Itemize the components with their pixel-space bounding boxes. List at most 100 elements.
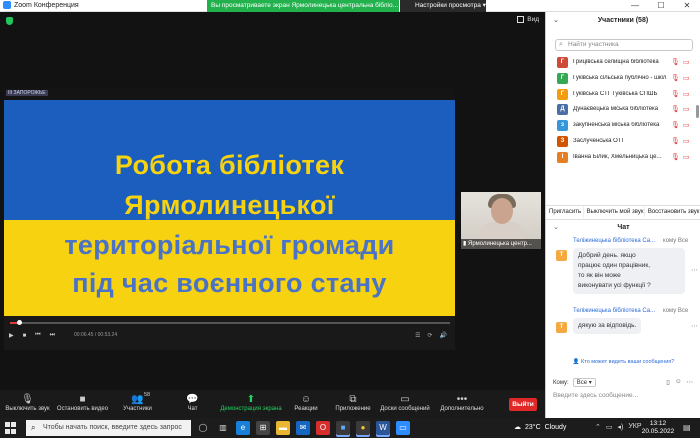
close-button[interactable]: ✕	[674, 0, 700, 12]
stop-video-button[interactable]: ■ Остановить видео	[55, 390, 110, 412]
video-off-icon[interactable]: ▭	[683, 137, 690, 145]
search-icon: ⌕	[559, 41, 563, 48]
slide-title-line-4: під час воєнного стану	[72, 268, 387, 298]
network-icon[interactable]: ▭	[606, 423, 613, 431]
progress-knob[interactable]	[16, 320, 22, 325]
participant-avatar: З	[557, 135, 568, 147]
notification-icon[interactable]: ▤	[683, 423, 691, 432]
taskbar-search-placeholder: Чтобы начать поиск, введите здесь запрос	[43, 424, 182, 431]
participant-row[interactable]: Г Гуківська сільська публічно - шкіл... 🎙︎…	[546, 71, 700, 87]
zoom-app-icon[interactable]: ▭	[396, 421, 410, 435]
loop-icon[interactable]: ⟳	[427, 332, 432, 339]
video-off-icon[interactable]: ▭	[683, 58, 690, 66]
volume-icon[interactable]: ◂)	[618, 423, 624, 431]
participant-row[interactable]: з закупненська міська бібліотека 🎙︎ ▭	[546, 118, 700, 134]
privacy-notice[interactable]: 👤 Кто может видеть ваши сообщения?	[546, 359, 700, 365]
chrome-icon[interactable]: ●	[356, 421, 370, 435]
participant-avatar: І	[557, 151, 568, 163]
participant-row[interactable]: Г Грицівська селищна бібліотека 🎙︎ ▭	[546, 55, 700, 71]
video-off-icon[interactable]: ▭	[683, 90, 690, 98]
muted-microphone-icon[interactable]: 🎙︎	[671, 58, 680, 66]
participants-count: 58	[144, 392, 151, 398]
weather-widget[interactable]: ☁ 23°C Cloudy	[514, 423, 566, 432]
skip-back-icon[interactable]: ⏮	[35, 332, 40, 339]
view-button[interactable]: Вид	[517, 16, 539, 23]
maximize-button[interactable]: ☐	[648, 0, 674, 12]
participant-scrollbar[interactable]	[696, 105, 699, 118]
participant-video-thumbnail[interactable]: ▮ Ярмолинецька центр...	[461, 192, 541, 249]
leave-button[interactable]: Выйти	[509, 398, 537, 411]
participants-title: Участники (58)	[597, 17, 649, 24]
video-off-icon[interactable]: ▭	[683, 105, 690, 113]
chat-button[interactable]: 💬 Чат	[165, 390, 220, 412]
message-more-icon[interactable]: ⋯	[691, 266, 698, 274]
emoji-icon[interactable]: ☺	[675, 378, 682, 386]
stop-icon[interactable]: ■	[23, 333, 27, 339]
edge-icon[interactable]: e	[236, 421, 250, 435]
thumbnail-name-text: Ярмолинецька центр...	[467, 241, 532, 247]
message-recipient: кому Все	[663, 238, 689, 244]
more-icon[interactable]: ⋯	[687, 378, 694, 386]
system-clock[interactable]: 13:12 20.05.2022	[640, 420, 676, 436]
video-off-icon[interactable]: ▭	[683, 153, 690, 161]
participant-row[interactable]: Д Дунаєвецька міська бібліотека 🎙︎ ▭	[546, 102, 700, 118]
collapse-chevron-icon[interactable]: ⌄	[553, 12, 559, 30]
opera-icon[interactable]: O	[316, 421, 330, 435]
store-icon[interactable]: ⊞	[256, 421, 270, 435]
reactions-button[interactable]: ☺ Реакции	[282, 390, 330, 412]
invite-button[interactable]: Пригласить	[546, 206, 584, 218]
tray-chevron-icon[interactable]: ⌃	[595, 423, 601, 431]
participant-name: Гуківська сільська публічно - шкіл...	[573, 74, 667, 81]
participant-search-input[interactable]: ⌕ Найти участника	[555, 39, 693, 51]
zoom-icon[interactable]: ■	[336, 421, 350, 435]
apps-button[interactable]: ⧉ Приложение	[330, 390, 376, 412]
sender-avatar: Т	[556, 322, 567, 333]
chat-message-input[interactable]: Введите здесь сообщение...	[553, 392, 693, 399]
video-off-icon[interactable]: ▭	[683, 74, 690, 82]
clock-date: 20.05.2022	[641, 428, 675, 435]
muted-microphone-icon[interactable]: 🎙︎	[671, 137, 680, 145]
view-options-button[interactable]: Настройки просмотра ▾	[400, 0, 486, 12]
progress-bar[interactable]	[10, 320, 450, 325]
share-screen-button[interactable]: ⬆ Демонстрация экрана	[220, 390, 282, 412]
mute-button[interactable]: 🎙 Выключить звук	[0, 390, 55, 412]
mute-me-button[interactable]: Выключить мой звук	[584, 206, 645, 218]
participant-row[interactable]: З Заслученська ОТГ 🎙︎ ▭	[546, 134, 700, 150]
start-button[interactable]	[5, 422, 17, 434]
message-more-icon[interactable]: ⋯	[691, 322, 698, 330]
taskbar-search-input[interactable]: ⌕ Чтобы начать поиск, введите здесь запр…	[26, 420, 191, 436]
message-sender: Теліжинецька бібліотека Са...	[573, 238, 656, 244]
whiteboard-button[interactable]: ▭ Доски сообщений	[376, 390, 434, 412]
mail-icon[interactable]: ✉	[296, 421, 310, 435]
recipient-value: Все	[576, 380, 588, 386]
playlist-icon[interactable]: ☰	[415, 332, 420, 339]
reaction-icon: ☺	[300, 394, 312, 405]
file-icon[interactable]: ▯	[666, 378, 670, 386]
cortana-icon[interactable]: ◯	[196, 421, 210, 435]
participant-row[interactable]: І Іванна Білик, Хмельницька це... 🎙︎ ▭	[546, 150, 700, 166]
word-icon[interactable]: W	[376, 421, 390, 435]
muted-microphone-icon[interactable]: 🎙︎	[671, 121, 680, 129]
muted-microphone-icon[interactable]: 🎙︎	[671, 90, 680, 98]
explorer-icon[interactable]: ▬	[276, 421, 290, 435]
participant-row[interactable]: Г Гуківська СТГ Гуківська СПШБ 🎙︎ ▭	[546, 87, 700, 103]
minimize-button[interactable]: —	[622, 0, 648, 12]
zoom-logo-icon	[3, 1, 11, 9]
participant-avatar: Г	[557, 88, 568, 100]
more-button[interactable]: ••• Дополнительно	[434, 390, 490, 412]
muted-microphone-icon[interactable]: 🎙︎	[671, 105, 680, 113]
task-view-icon[interactable]: ▥	[216, 421, 230, 435]
recipient-select[interactable]: Все ▾	[572, 378, 596, 387]
muted-microphone-icon[interactable]: 🎙︎	[671, 74, 680, 82]
muted-microphone-icon[interactable]: 🎙︎	[671, 153, 680, 161]
skip-forward-icon[interactable]: ⏭	[50, 332, 55, 339]
volume-icon[interactable]: 🔊	[440, 332, 447, 339]
video-off-icon[interactable]: ▭	[683, 121, 690, 129]
shield-icon[interactable]	[6, 17, 13, 25]
unmute-button[interactable]: Восстановить звук	[645, 206, 700, 218]
message-bubble: Добрий день. якщо працює один працівник,…	[573, 248, 685, 294]
view-options-label: Настройки просмотра	[415, 2, 481, 9]
participants-button[interactable]: 👥 58 Участники	[110, 390, 165, 412]
play-icon[interactable]: ▶	[9, 332, 14, 339]
thumbnail-name: ▮ Ярмолинецька центр...	[461, 239, 541, 249]
